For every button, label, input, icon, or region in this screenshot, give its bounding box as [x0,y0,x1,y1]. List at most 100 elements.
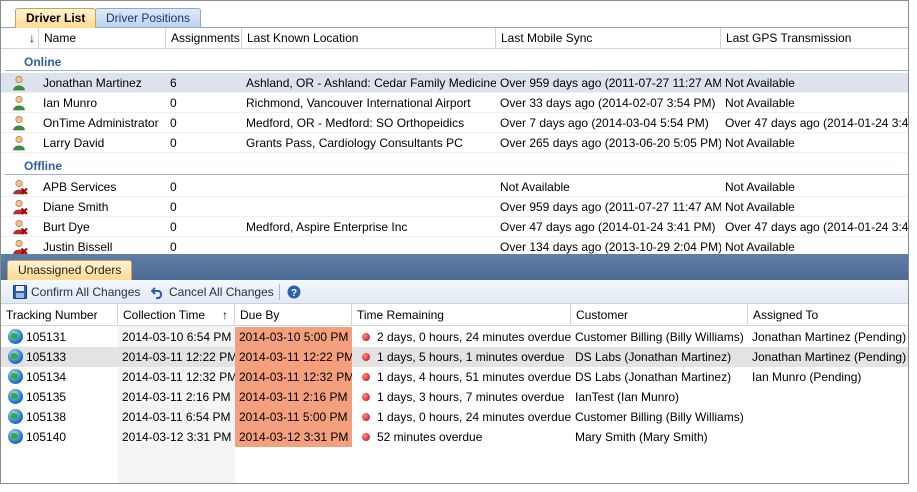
help-button[interactable]: ? [285,283,301,301]
panel-splitter[interactable]: Unassigned Orders [1,254,908,280]
group-rule [5,174,908,175]
driver-cell-name: Larry David [43,136,105,150]
column-header-assigned-to[interactable]: Assigned To [748,304,908,326]
driver-row[interactable]: Larry David 0 Grants Pass, Cardiology Cons… [1,133,908,153]
driver-cell-gps: Not Available [725,240,795,254]
sort-arrow-icon[interactable]: ↓ [1,28,39,49]
sort-up-arrow-icon: ↑ [222,308,228,322]
order-cell-due: 2014-03-11 12:22 PM [235,347,352,367]
globe-icon [8,369,23,384]
overdue-dot-icon [362,392,370,401]
globe-icon [8,429,23,444]
driver-cell-location: Ashland, OR - Ashland: Cedar Family Medi… [246,76,496,90]
order-cell-due: 2014-03-11 12:32 PM [235,367,352,387]
driver-cell-sync: Over 959 days ago (2011-07-27 11:27 AM) [500,76,721,90]
tab-driver-positions[interactable]: Driver Positions [95,8,202,28]
order-cell-remaining: 52 minutes overdue [362,427,571,447]
column-header-time-remaining[interactable]: Time Remaining [352,304,571,326]
driver-offline-icon [13,219,28,235]
driver-cell-sync: Over 134 days ago (2013-10-29 2:04 PM) [500,240,721,254]
driver-cell-gps: Over 47 days ago (2014-01-24 3:40 [725,220,908,234]
order-cell-due: 2014-03-10 5:00 PM [235,327,352,347]
driver-grid-header: ↓ Name Assignments Last Known Location L… [1,28,908,49]
driver-grid: ↓ Name Assignments Last Known Location L… [1,28,908,254]
driver-cell-sync: Over 7 days ago (2014-03-04 5:54 PM) [500,116,709,130]
group-rule [5,70,908,71]
driver-row[interactable]: Diane Smith 0 Over 959 days ago (2011-07-2… [1,197,908,217]
driver-offline-icon [13,239,28,254]
order-row[interactable]: 105131 2014-03-10 6:54 PM 2014-03-10 5:00 … [1,327,908,347]
order-cell-tracking: 105131 [26,330,67,344]
driver-cell-assignments: 0 [170,116,177,130]
driver-row[interactable]: Ian Munro 0 Richmond, Vancouver Internatio… [1,93,908,113]
driver-offline-icon [13,199,28,215]
driver-cell-assignments: 6 [170,76,177,90]
column-header-name[interactable]: Name [39,28,166,49]
undo-icon [151,287,163,299]
column-header-location[interactable]: Last Known Location [242,28,496,49]
order-row[interactable]: 105134 2014-03-11 12:32 PM 2014-03-11 12:3… [1,367,908,387]
globe-icon [8,409,23,424]
driver-row[interactable]: Burt Dye 0 Medford, Aspire Enterprise Inc O… [1,217,908,237]
time-remaining-text: 1 days, 4 hours, 51 minutes overdue [377,370,571,384]
driver-cell-gps: Not Available [725,96,795,110]
order-cell-tracking: 105135 [26,390,67,404]
confirm-all-changes-button[interactable]: Confirm All Changes [11,283,140,301]
driver-online-icon [13,75,25,91]
order-row[interactable]: 105138 2014-03-11 6:54 PM 2014-03-11 5:00 … [1,407,908,427]
order-row[interactable]: 105133 2014-03-11 12:22 PM 2014-03-11 12:2… [1,347,908,367]
driver-cell-sync: Over 33 days ago (2014-02-07 3:54 PM) [500,96,716,110]
time-remaining-text: 1 days, 0 hours, 24 minutes overdue [377,410,571,424]
tab-unassigned-orders[interactable]: Unassigned Orders [7,260,133,280]
driver-cell-sync: Over 959 days ago (2011-07-27 11:47 AM) [500,200,721,214]
order-cell-tracking: 105133 [26,350,67,364]
group-header-online[interactable]: Online [1,49,908,71]
order-row[interactable]: 105140 2014-03-12 3:31 PM 2014-03-12 3:31 … [1,427,908,447]
tab-driver-list[interactable]: Driver List [15,8,97,28]
time-remaining-text: 52 minutes overdue [377,430,483,444]
driver-cell-sync: Over 47 days ago (2014-01-24 3:41 PM) [500,220,716,234]
driver-cell-sync: Over 265 days ago (2013-06-20 5:05 PM) [500,136,721,150]
driver-cell-location: Richmond, Vancouver International Airpor… [246,96,471,110]
driver-cell-name: Justin Bissell [43,240,113,254]
driver-row[interactable]: Jonathan Martinez 6 Ashland, OR - Ashland:… [1,73,908,93]
column-header-customer[interactable]: Customer [571,304,748,326]
order-cell-customer: IanTest (Ian Munro) [575,390,680,404]
driver-online-icon [13,95,25,111]
group-header-offline[interactable]: Offline [1,153,908,175]
driver-cell-location [246,197,496,217]
driver-cell-gps: Over 47 days ago (2014-01-24 3:44 [725,116,908,130]
dispatch-window: Driver List Driver Positions ↓ Name Assi… [0,0,909,484]
cancel-all-changes-button[interactable]: Cancel All Changes [149,283,274,301]
driver-cell-location: Medford, Aspire Enterprise Inc [246,220,408,234]
driver-cell-assignments: 0 [170,240,177,254]
order-cell-collection: 2014-03-11 6:54 PM [122,410,231,424]
order-cell-collection: 2014-03-11 12:32 PM [122,370,235,384]
overdue-dot-icon [362,352,370,361]
order-row[interactable]: 105135 2014-03-11 2:16 PM 2014-03-11 2:16 … [1,387,908,407]
order-cell-assigned [752,407,908,427]
driver-cell-sync: Not Available [500,180,570,194]
collection-time-label: Collection Time [123,308,206,322]
driver-cell-location [246,237,496,254]
column-header-mobile-sync[interactable]: Last Mobile Sync [496,28,721,49]
driver-row[interactable]: OnTime Administrator 0 Medford, OR - Medfo… [1,113,908,133]
column-header-assignments[interactable]: Assignments [166,28,242,49]
driver-cell-location [246,177,496,197]
column-header-collection-time[interactable]: Collection Time ↑ [118,304,235,326]
order-cell-tracking: 105138 [26,410,67,424]
order-cell-customer: Mary Smith (Mary Smith) [575,430,708,444]
overdue-dot-icon [362,412,370,421]
column-header-gps[interactable]: Last GPS Transmission [721,28,908,49]
driver-cell-name: Ian Munro [43,96,98,110]
column-header-tracking-number[interactable]: Tracking Number [1,304,118,326]
driver-cell-assignments: 0 [170,180,177,194]
driver-cell-name: Jonathan Martinez [43,76,142,90]
globe-icon [8,349,23,364]
save-icon [13,285,27,299]
driver-row[interactable]: Justin Bissell 0 Over 134 days ago (2013-1… [1,237,908,254]
column-header-due-by[interactable]: Due By [235,304,352,326]
order-cell-assigned: Ian Munro (Pending) [752,370,862,384]
driver-online-icon [13,115,25,131]
driver-row[interactable]: APB Services 0 Not Available Not Available [1,177,908,197]
